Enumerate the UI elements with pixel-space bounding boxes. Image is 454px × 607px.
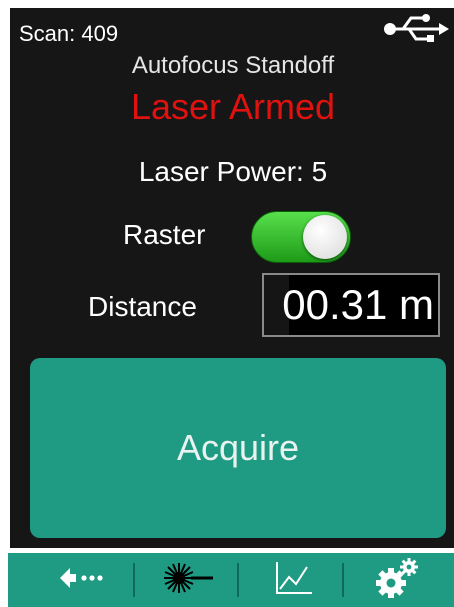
laser-status: Laser Armed (130, 86, 336, 127)
distance-value: 00.31 m (282, 281, 434, 328)
distance-label: Distance (88, 291, 197, 322)
laser-icon (161, 560, 215, 601)
laser-power-label: Laser Power: 5 (138, 156, 328, 187)
nav-divider (237, 563, 239, 597)
back-icon (58, 561, 108, 600)
device-screen: Scan: 409 Autofocus Standoff Laser Armed… (10, 8, 454, 548)
usb-icon (383, 12, 449, 44)
raster-label: Raster (123, 219, 206, 250)
settings-button[interactable] (358, 553, 438, 607)
distance-readout: 00.31 m (262, 273, 440, 337)
back-button[interactable] (43, 553, 123, 607)
mode-title: Autofocus Standoff (131, 52, 335, 79)
acquire-label: Acquire (176, 427, 300, 468)
bottom-nav (8, 553, 454, 607)
acquire-button[interactable]: Acquire (30, 358, 446, 538)
scan-counter: Scan: 409 (19, 21, 119, 46)
laser-button[interactable] (148, 553, 228, 607)
nav-divider (342, 563, 344, 597)
settings-icon (374, 556, 422, 605)
raster-toggle[interactable] (251, 211, 351, 263)
toggle-knob (303, 215, 347, 259)
nav-divider (133, 563, 135, 597)
chart-icon (274, 560, 314, 601)
chart-button[interactable] (254, 553, 334, 607)
